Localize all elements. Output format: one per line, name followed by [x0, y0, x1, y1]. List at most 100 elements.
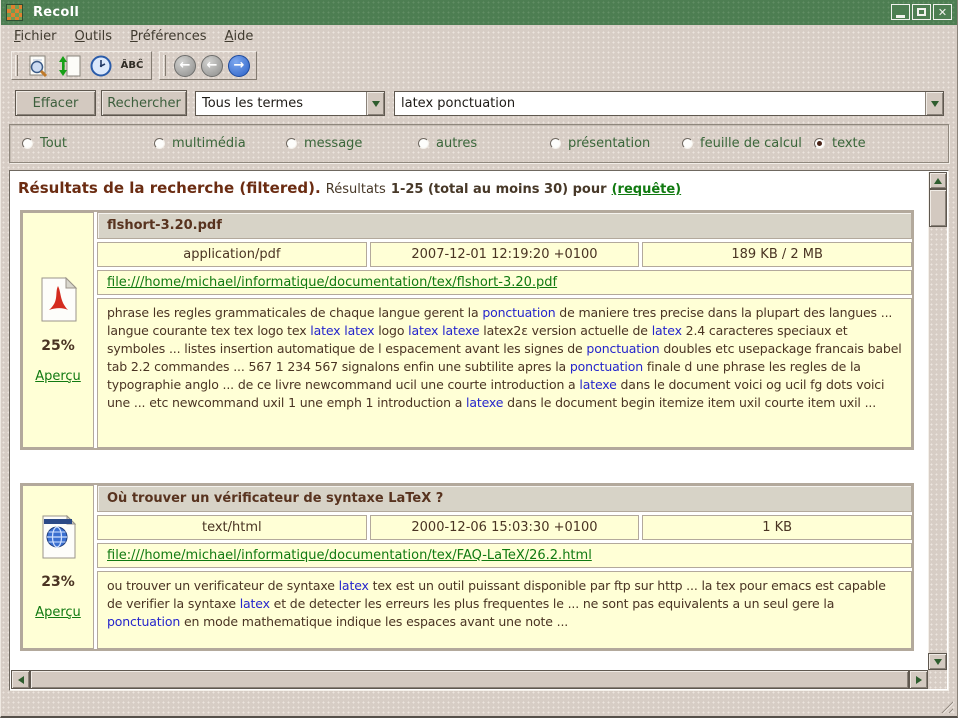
vertical-scrollbar-thumb[interactable]: [929, 189, 947, 227]
arrow-left-icon: ←: [207, 59, 218, 72]
arrow-up-icon: [934, 178, 942, 184]
result-snippet: phrase les regles grammaticales de chaqu…: [97, 298, 912, 448]
filter-radio-feuille-de-calcul[interactable]: feuille de calcul: [682, 136, 814, 151]
scroll-right-button[interactable]: [909, 670, 928, 689]
radio-icon: [22, 138, 33, 149]
result-date: 2000-12-06 15:03:30 +0100: [370, 515, 640, 540]
search-mode-value: Tous les termes: [196, 96, 366, 111]
results-range: 1-25 (total au moins 30) pour: [391, 182, 607, 197]
result-url-link[interactable]: file:///home/michael/informatique/docume…: [107, 548, 592, 563]
radio-label: feuille de calcul: [700, 136, 802, 151]
close-icon: ✕: [938, 7, 947, 18]
search-mode-select[interactable]: Tous les termes: [195, 91, 385, 116]
radio-label: texte: [832, 136, 866, 151]
result-title: Où trouver un vérificateur de syntaxe La…: [97, 485, 912, 512]
result-url-link[interactable]: file:///home/michael/informatique/docume…: [107, 275, 557, 290]
document-search-icon: [27, 54, 51, 78]
results-list: Résultats de la recherche (filtered). Ré…: [11, 172, 928, 670]
scroll-up-button[interactable]: [929, 172, 947, 189]
arrow-left-icon: [18, 676, 24, 684]
radio-label: présentation: [568, 136, 650, 151]
results-label: Résultats: [326, 182, 386, 197]
maximize-button[interactable]: [912, 4, 931, 20]
scrollbar-corner: [928, 670, 947, 689]
update-index-button[interactable]: [57, 54, 83, 78]
arrow-left-icon: ←: [180, 59, 191, 72]
scroll-left-button[interactable]: [11, 670, 30, 689]
arrow-right-icon: →: [234, 59, 245, 72]
toolbar: ÂBĈ ← ← →: [1, 49, 957, 82]
result-row: 25% Aperçu flshort-3.20.pdf application/…: [20, 210, 914, 450]
result-url-cell: file:///home/michael/informatique/docume…: [97, 270, 912, 295]
vertical-scrollbar[interactable]: [928, 172, 947, 670]
chevron-down-icon: [372, 101, 380, 107]
search-button[interactable]: Rechercher: [101, 90, 187, 116]
html-icon: [40, 515, 76, 559]
minimize-icon: [896, 15, 905, 18]
query-dropdown-button[interactable]: [925, 92, 943, 115]
result-icon-column: 25% Aperçu: [22, 212, 94, 448]
toolbar-handle[interactable]: [163, 55, 166, 76]
result-title: flshort-3.20.pdf: [97, 212, 912, 239]
next-page-button[interactable]: →: [228, 55, 250, 77]
result-meta-row: text/html 2000-12-06 15:03:30 +0100 1 KB: [97, 515, 912, 540]
pdf-icon: [38, 277, 78, 323]
preview-link[interactable]: Aperçu: [35, 369, 81, 384]
results-panel: Résultats de la recherche (filtered). Ré…: [9, 170, 949, 691]
window-title: Recoll: [33, 5, 79, 20]
filter-radio-autres[interactable]: autres: [418, 136, 550, 151]
results-header: Résultats de la recherche (filtered). Ré…: [18, 178, 926, 200]
titlebar: Recoll ✕: [1, 0, 957, 25]
term-explorer-button[interactable]: ÂBĈ: [119, 54, 145, 78]
result-row: 23% Aperçu Où trouver un vérificateur de…: [20, 483, 914, 651]
horizontal-scrollbar[interactable]: [11, 670, 928, 689]
filter-radio-présentation[interactable]: présentation: [550, 136, 682, 151]
menu-item-préférences[interactable]: Préférences: [121, 27, 215, 46]
toolbar-group-nav: ← ← →: [159, 51, 257, 80]
maximize-icon: [917, 8, 926, 16]
result-size: 189 KB / 2 MB: [642, 242, 912, 267]
previous-page-button[interactable]: ←: [201, 55, 223, 77]
update-index-icon: [58, 54, 82, 78]
filter-radio-tout[interactable]: Tout: [22, 136, 154, 151]
radio-icon: [286, 138, 297, 149]
scroll-down-button[interactable]: [928, 653, 947, 670]
menu-item-aide[interactable]: Aide: [216, 27, 263, 46]
arrow-right-icon: [916, 676, 922, 684]
toolbar-group-main: ÂBĈ: [11, 51, 152, 80]
filter-radio-multimédia[interactable]: multimédia: [154, 136, 286, 151]
horizontal-scrollbar-thumb[interactable]: [30, 670, 909, 689]
result-size: 1 KB: [642, 515, 912, 540]
history-button[interactable]: [88, 54, 114, 78]
radio-icon: [814, 138, 825, 149]
search-mode-dropdown-button[interactable]: [366, 92, 384, 115]
first-page-button[interactable]: ←: [174, 55, 196, 77]
relevance-percent: 25%: [41, 338, 75, 354]
result-url-cell: file:///home/michael/informatique/docume…: [97, 543, 912, 568]
result-snippet: ou trouver un verificateur de syntaxe la…: [97, 571, 912, 649]
clear-button[interactable]: Effacer: [15, 90, 96, 116]
relevance-percent: 23%: [41, 574, 75, 590]
query-combobox: [394, 91, 944, 116]
result-meta-row: application/pdf 2007-12-01 12:19:20 +010…: [97, 242, 912, 267]
term-explorer-icon: ÂBĈ: [121, 60, 144, 71]
preview-link[interactable]: Aperçu: [35, 605, 81, 620]
menu-item-outils[interactable]: Outils: [66, 27, 122, 46]
show-query-detail-button[interactable]: [26, 54, 52, 78]
query-input[interactable]: [395, 92, 925, 115]
result-date: 2007-12-01 12:19:20 +0100: [370, 242, 640, 267]
filter-radio-message[interactable]: message: [286, 136, 418, 151]
radio-label: autres: [436, 136, 477, 151]
minimize-button[interactable]: [891, 4, 910, 20]
recoll-window: Recoll ✕ FichierOutilsPréférencesAide: [0, 0, 958, 718]
radio-icon: [550, 138, 561, 149]
result-mime: text/html: [97, 515, 367, 540]
result-mime: application/pdf: [97, 242, 367, 267]
toolbar-handle[interactable]: [15, 55, 18, 76]
filter-radio-texte[interactable]: texte: [814, 136, 948, 151]
menu-item-fichier[interactable]: Fichier: [5, 27, 66, 46]
arrow-down-icon: [934, 659, 942, 665]
close-button[interactable]: ✕: [933, 4, 952, 20]
filter-bar: Toutmultimédiamessage autres présentation f…: [9, 124, 949, 163]
query-details-link[interactable]: (requête): [612, 182, 682, 197]
